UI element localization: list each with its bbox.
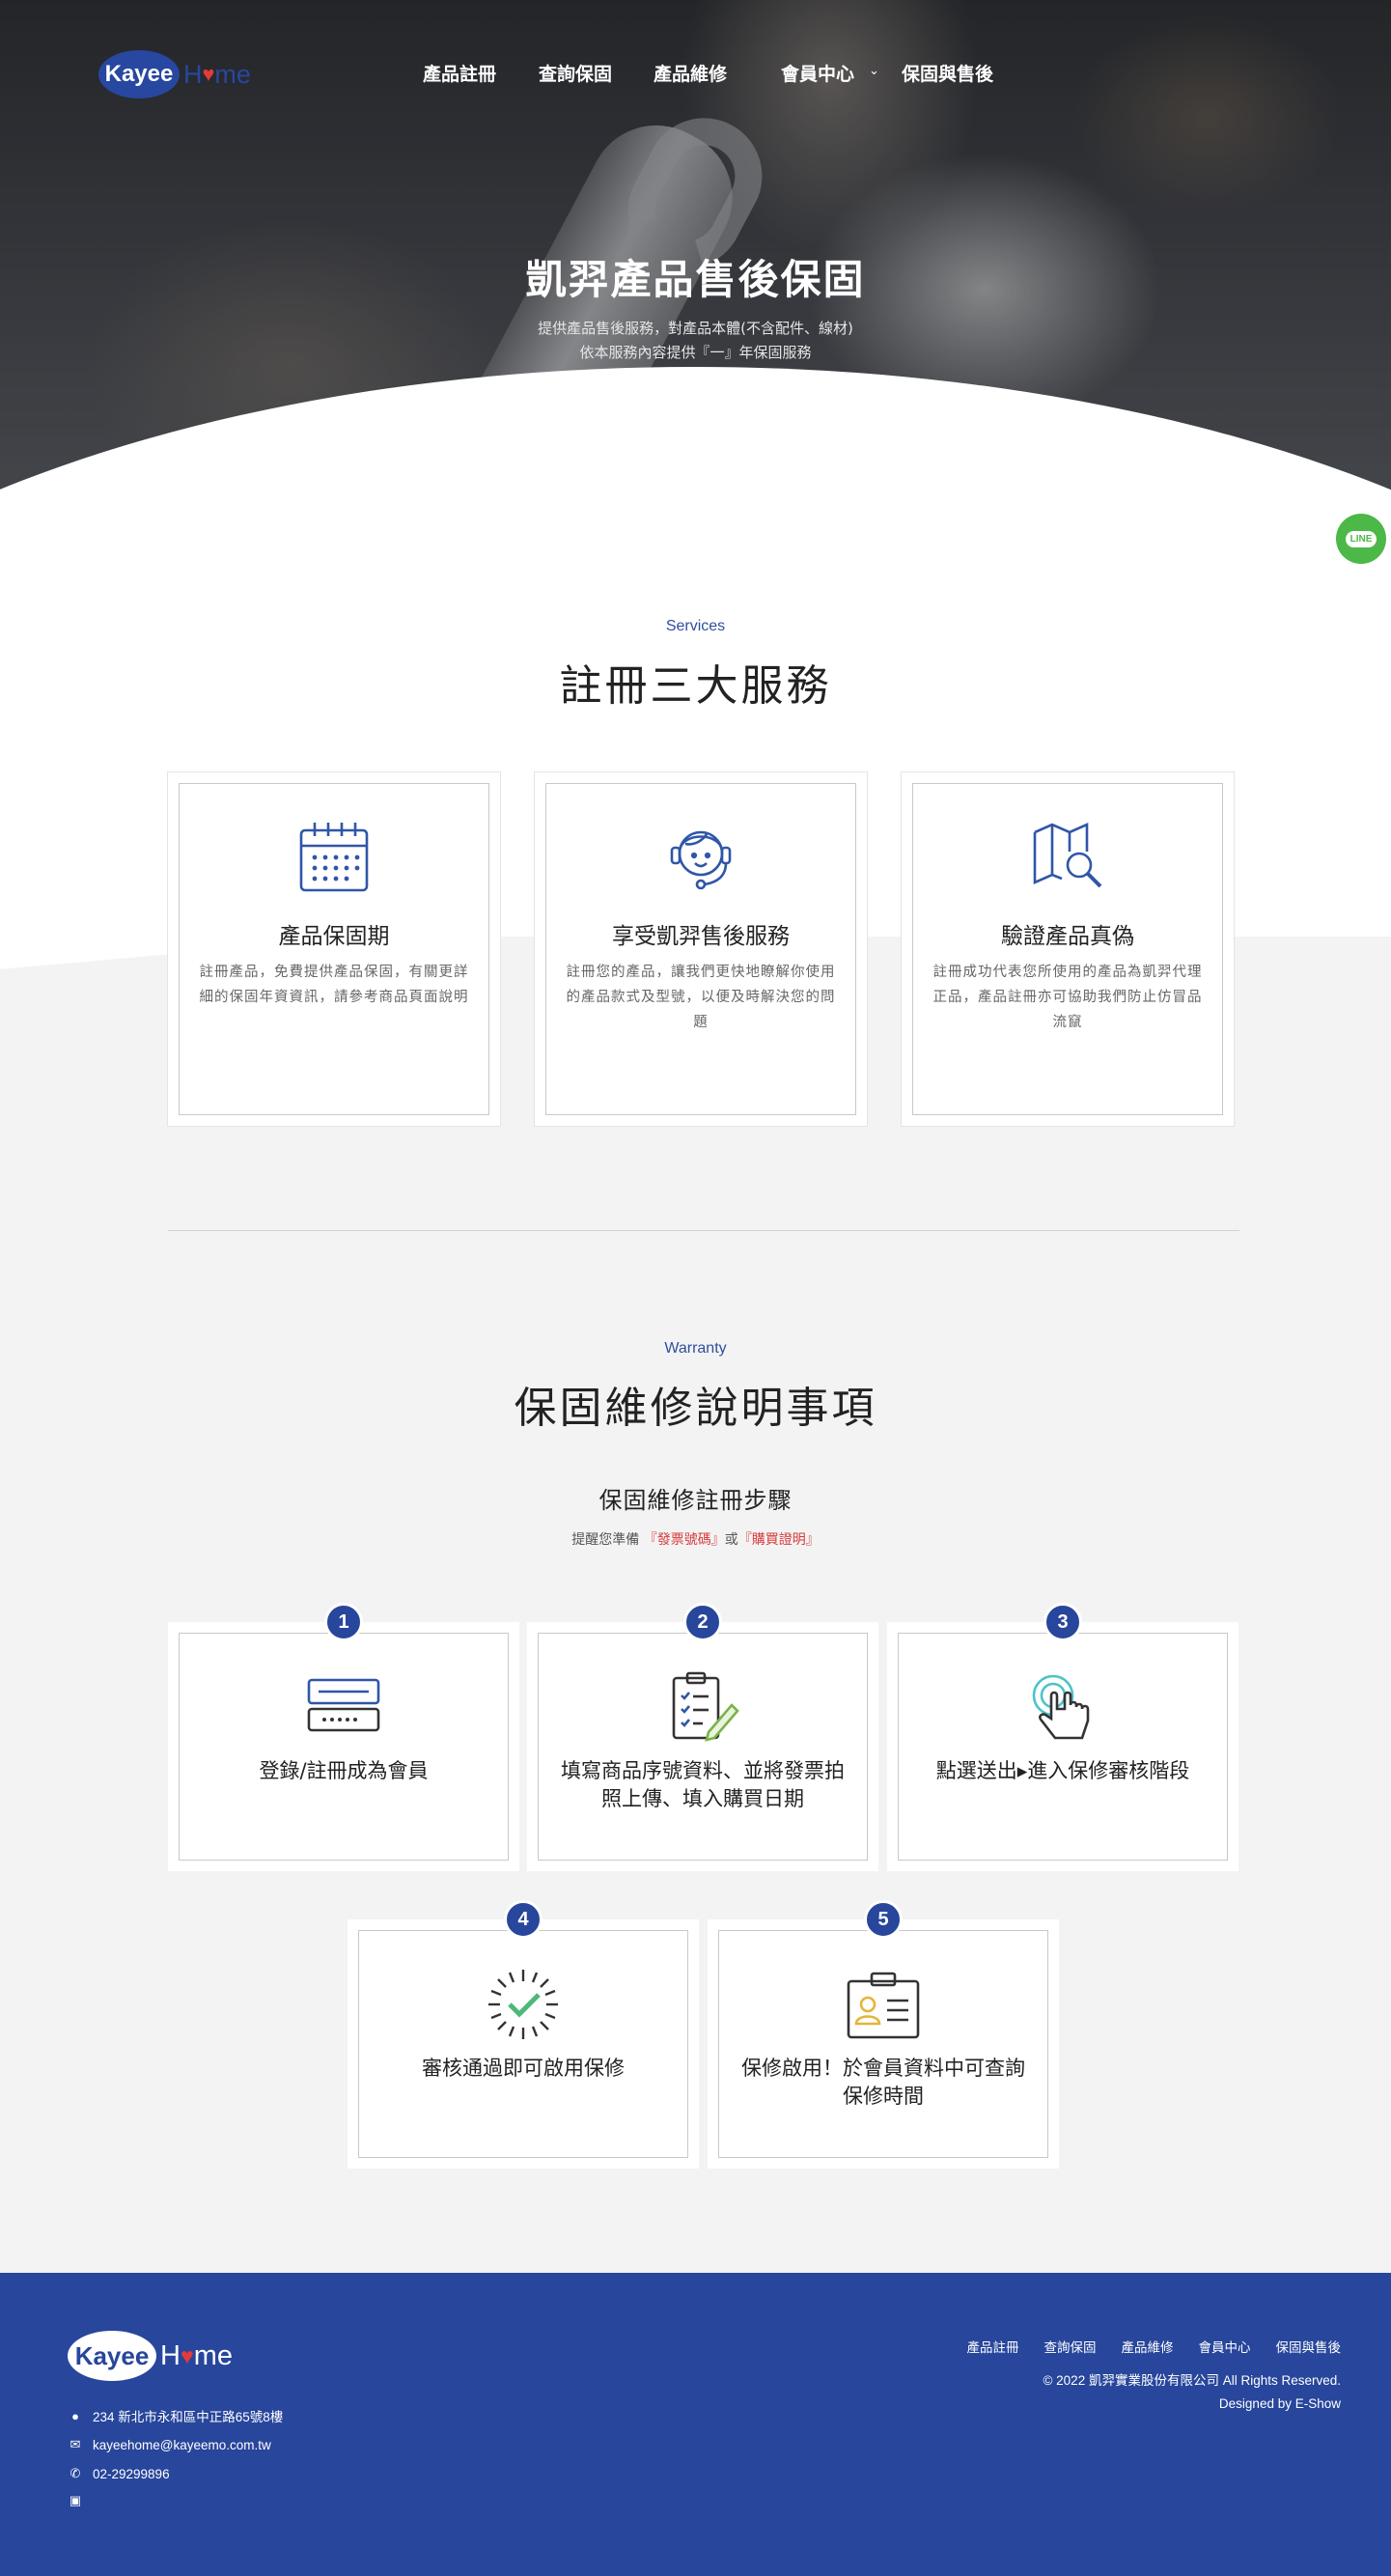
phone-icon: ✆ bbox=[70, 2466, 81, 2480]
footer-link-product-repair[interactable]: 產品維修 bbox=[1122, 2337, 1174, 2356]
footer-email[interactable]: ✉ kayeehome@kayeemo.com.tw bbox=[68, 2437, 271, 2452]
step-title: 填寫商品序號資料、並將發票拍照上傳、填入購買日期 bbox=[561, 1759, 845, 1810]
tap-hand-icon bbox=[1032, 1674, 1090, 1740]
service-card-desc: 註冊產品，免費提供產品保固，有關更詳細的保固年資資訊，請參考商品頁面說明 bbox=[199, 965, 469, 1005]
service-card-title: 驗證產品真偽 bbox=[1001, 924, 1134, 949]
nav-links: 產品註冊 查詢保固 產品維修 會員中心 保固與售後 bbox=[0, 60, 1391, 89]
footer-designed-by[interactable]: Designed by E-Show bbox=[1219, 2396, 1341, 2411]
footer-phone[interactable]: ✆ 02-29299896 bbox=[68, 2466, 170, 2481]
service-card: 產品保固期 註冊產品，免費提供產品保固，有關更詳細的保固年資資訊，請參考商品頁面… bbox=[168, 772, 500, 1126]
hero-subtitle: 提供產品售後服務，對產品本體(不含配件、線材) 依本服務內容提供『一』年保固服務 bbox=[538, 320, 853, 361]
step-title: 審核通過即可啟用保修 bbox=[422, 2057, 625, 2080]
step-card: 5 保修啟用！於會員資料中可查詢保修時間 bbox=[708, 1900, 1059, 2169]
step-card: 1 登錄/註冊成為會員 bbox=[168, 1603, 519, 1871]
service-card-desc: 註冊成功代表您所使用的產品為凱羿代理正品，產品註冊亦可協助我們防止仿冒品流竄 bbox=[932, 965, 1203, 1030]
step-title: 點選送出▸進入保修審核階段 bbox=[935, 1759, 1190, 1782]
services-title: 註冊三大服務 bbox=[559, 661, 832, 711]
services-eyebrow: Services bbox=[665, 618, 726, 634]
nav-item-product-register[interactable]: 產品註冊 bbox=[423, 60, 496, 86]
step-title: 保修啟用！於會員資料中可查詢保修時間 bbox=[741, 2057, 1025, 2108]
step-card: 4 審核通過即可啟用保修 bbox=[348, 1900, 699, 2169]
nav-item-warranty-query[interactable]: 查詢保固 bbox=[539, 60, 612, 86]
nav-item-product-repair[interactable]: 產品維修 bbox=[654, 60, 727, 86]
step-card: 3 點選送出▸進入保修審核階段 bbox=[887, 1603, 1238, 1871]
calendar-icon bbox=[299, 823, 369, 892]
fax-icon: ▣ bbox=[69, 2493, 82, 2507]
footer-copyright: © 2022 凱羿實業股份有限公司 All Rights Reserved. bbox=[1043, 2373, 1341, 2388]
hero-title: 凱羿產品售後保固 bbox=[525, 256, 866, 303]
section-divider bbox=[168, 1230, 1239, 1231]
footer-link-warranty-query[interactable]: 查詢保固 bbox=[1044, 2337, 1097, 2356]
nav-item-member-center[interactable]: 會員中心 bbox=[781, 60, 854, 86]
clipboard-edit-icon bbox=[672, 1671, 739, 1742]
customer-service-icon bbox=[670, 830, 732, 890]
footer-logo[interactable]: Kayee H ♥ me bbox=[68, 2331, 233, 2381]
map-search-icon bbox=[1033, 822, 1102, 888]
step-title: 登錄/註冊成為會員 bbox=[259, 1759, 429, 1782]
warranty-title: 保固維修說明事項 bbox=[514, 1384, 877, 1433]
line-icon: LINE bbox=[1345, 530, 1377, 547]
footer-link-product-register[interactable]: 產品註冊 bbox=[967, 2337, 1019, 2356]
service-card-title: 產品保固期 bbox=[278, 924, 390, 949]
step-number: 1 bbox=[324, 1603, 363, 1641]
footer: Kayee H ♥ me ● 234 新北市永和區中正路65號8樓 ✉ kayeeh… bbox=[0, 2273, 1391, 2576]
footer-address: ● 234 新北市永和區中正路65號8樓 bbox=[68, 2406, 283, 2425]
footer-link-warranty-service[interactable]: 保固與售後 bbox=[1276, 2337, 1342, 2356]
step-number: 4 bbox=[504, 1900, 542, 1939]
footer-fax: ▣ bbox=[68, 2493, 93, 2508]
step-card: 2 填寫商品序號資料、並將發票拍照上傳、填入購買日期 bbox=[527, 1603, 878, 1871]
nav-item-warranty-service[interactable]: 保固與售後 bbox=[902, 60, 993, 86]
heart-icon: ♥ bbox=[180, 2342, 194, 2368]
id-card-icon bbox=[847, 1972, 920, 2039]
chevron-down-icon[interactable]: ⌄ bbox=[869, 64, 879, 78]
logo-kayee-pill: Kayee bbox=[68, 2331, 156, 2381]
mail-icon: ✉ bbox=[70, 2437, 81, 2451]
service-card: 享受凱羿售後服務 註冊您的產品，讓我們更快地瞭解你使用的產品款式及型號，以便及時… bbox=[535, 772, 867, 1126]
footer-links: 產品註冊 查詢保固 產品維修 會員中心 保固與售後 bbox=[967, 2337, 1342, 2356]
steps-note: 提醒您準備 『發票號碼』或『購買證明』 bbox=[571, 1532, 820, 1548]
service-card-desc: 註冊您的產品，讓我們更快地瞭解你使用的產品款式及型號，以便及時解決您的問題 bbox=[566, 965, 836, 1030]
logo-home-text: H ♥ me bbox=[160, 2339, 234, 2371]
line-float-button[interactable]: LINE bbox=[1336, 514, 1386, 564]
login-form-icon bbox=[307, 1678, 380, 1732]
service-card: 驗證產品真偽 註冊成功代表您所使用的產品為凱羿代理正品，產品註冊亦可協助我們防止… bbox=[902, 772, 1234, 1126]
warranty-eyebrow: Warranty bbox=[664, 1340, 727, 1357]
top-navigation: Kayee H ♥ me 產品註冊 查詢保固 產品維修 會員中心 保固與售後 ⌄ bbox=[0, 0, 1391, 145]
footer-link-member-center[interactable]: 會員中心 bbox=[1199, 2337, 1251, 2356]
step-number: 3 bbox=[1043, 1603, 1082, 1641]
service-card-title: 享受凱羿售後服務 bbox=[612, 924, 790, 949]
location-pin-icon: ● bbox=[71, 2408, 79, 2423]
approved-check-icon bbox=[488, 1970, 558, 2039]
step-number: 2 bbox=[683, 1603, 722, 1641]
step-number: 5 bbox=[864, 1900, 903, 1939]
steps-title: 保固維修註冊步驟 bbox=[598, 1487, 793, 1514]
